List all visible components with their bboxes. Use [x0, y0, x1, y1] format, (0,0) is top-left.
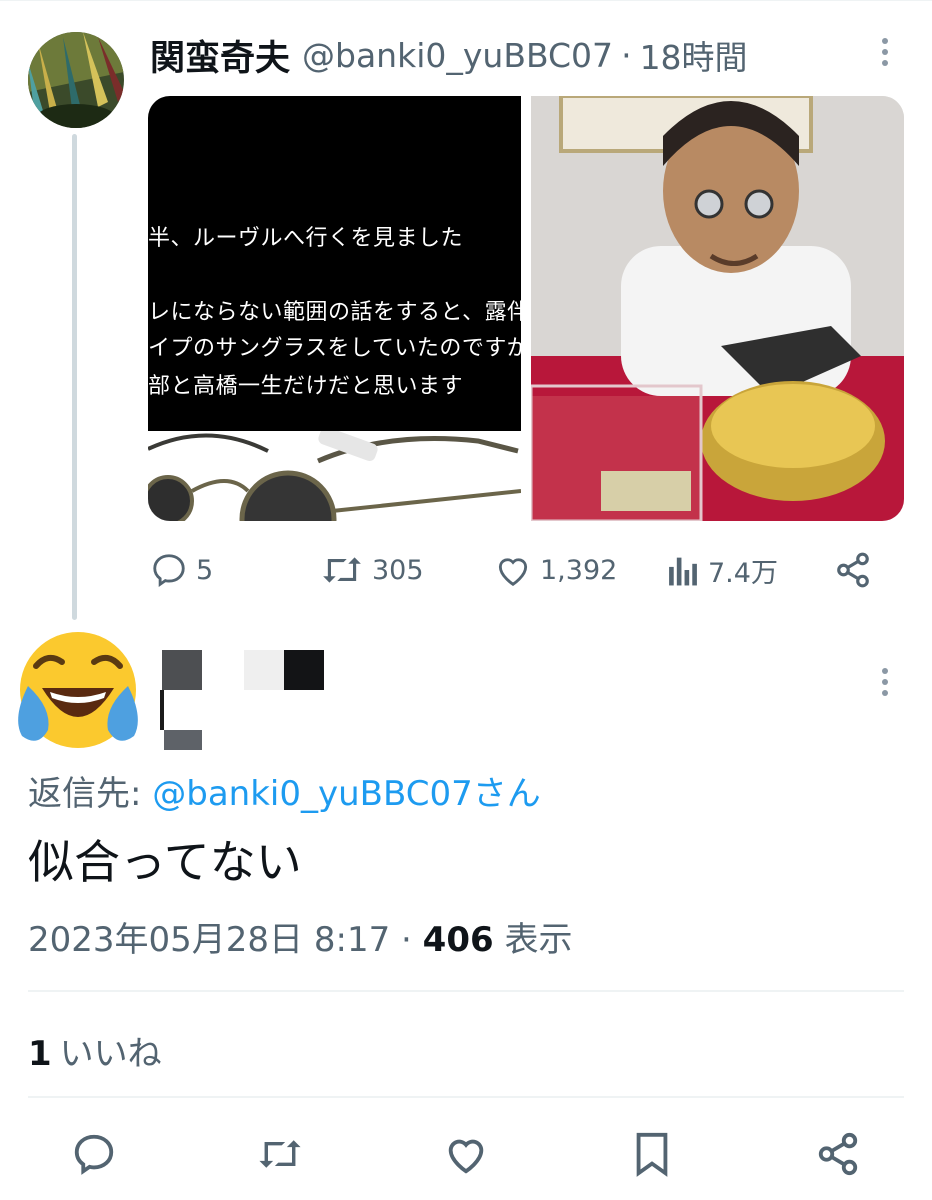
reply-meta: 2023年05月28日 8:17 · 406 表示	[28, 912, 572, 961]
reply-views-label: 表示	[493, 920, 573, 960]
bottom-like-button[interactable]	[442, 1130, 490, 1178]
reply-tweet-text: 似合ってない	[28, 835, 302, 889]
image-caption-line-4: 部と高橋一生だけだと思います	[148, 374, 464, 399]
parent-avatar[interactable]	[28, 32, 124, 128]
header-separator: ·	[621, 35, 632, 75]
reply-likes-count: 1	[28, 1034, 52, 1074]
redacted-name-block	[160, 690, 164, 730]
views-count: 7.4万	[708, 557, 778, 589]
divider	[28, 990, 904, 992]
redacted-name-block	[284, 650, 324, 690]
meta-separator: ·	[390, 920, 423, 960]
reply-to-mention-link[interactable]: @banki0_yuBBC07さん	[152, 774, 540, 814]
share-icon	[818, 1132, 858, 1176]
image-caption-line-2: レにならない範囲の話をすると、露伴	[148, 300, 521, 325]
reply-icon	[74, 1134, 114, 1175]
reply-to-line: 返信先: @banki0_yuBBC07さん	[28, 766, 541, 815]
parent-author-name[interactable]: 関蛮奇夫	[150, 30, 290, 81]
more-icon[interactable]	[879, 38, 891, 66]
retweet-count: 305	[372, 554, 424, 586]
like-action[interactable]: 1,392	[494, 548, 617, 592]
like-count: 1,392	[540, 554, 618, 586]
reply-views-count: 406	[422, 920, 494, 960]
bookmark-icon	[636, 1132, 668, 1177]
bottom-bookmark-button[interactable]	[628, 1130, 676, 1178]
bottom-reply-button[interactable]	[70, 1130, 118, 1178]
retweet-action[interactable]: 305	[320, 548, 424, 592]
reply-date[interactable]: 2023年05月28日 8:17	[28, 920, 390, 960]
reply-avatar[interactable]	[12, 626, 144, 758]
reply-icon	[153, 554, 185, 587]
bottom-share-button[interactable]	[814, 1130, 862, 1178]
reply-count: 5	[196, 554, 214, 586]
redacted-name-block	[164, 730, 202, 750]
media-image-text-glasses[interactable]: 半、ルーヴルへ行くを見ました レにならない範囲の話をすると、露伴 イプのサングラ…	[148, 96, 522, 521]
thread-connector-line	[72, 134, 77, 620]
parent-media-grid: 半、ルーヴルへ行くを見ました レにならない範囲の話をすると、露伴 イプのサングラ…	[148, 96, 904, 521]
redacted-name-block	[244, 650, 284, 690]
parent-timestamp[interactable]: 18時間	[640, 31, 748, 79]
media-image-man-with-bowl[interactable]	[529, 96, 904, 521]
reply-likes-line[interactable]: 1 いいね	[28, 1026, 162, 1075]
views-action[interactable]: 7.4万	[666, 548, 778, 592]
face-with-tears-of-joy-emoji	[18, 632, 138, 748]
parent-header: 関蛮奇夫 @banki0_yuBBC07 · 18時間	[150, 30, 748, 80]
share-icon	[837, 552, 869, 588]
heart-icon	[448, 1139, 484, 1174]
parent-author-handle[interactable]: @banki0_yuBBC07	[302, 36, 613, 75]
image-caption-line-3: イプのサングラスをしていたのですが	[148, 336, 521, 361]
reply-to-prefix: 返信先:	[28, 774, 153, 814]
image-caption-line-1: 半、ルーヴルへ行くを見ました	[148, 226, 464, 251]
heart-icon	[498, 558, 528, 586]
reply-likes-label: いいね	[59, 1034, 162, 1074]
retweet-icon	[323, 557, 361, 583]
retweet-icon	[259, 1140, 301, 1168]
redacted-name-block	[162, 650, 202, 690]
divider	[28, 1096, 904, 1098]
analytics-icon	[669, 557, 697, 586]
top-divider	[0, 0, 932, 1]
round-sunglasses-picture	[148, 426, 522, 521]
reply-more-icon[interactable]	[879, 668, 891, 696]
share-action[interactable]	[834, 548, 872, 592]
reply-action[interactable]: 5	[150, 548, 213, 592]
bottom-retweet-button[interactable]	[256, 1130, 304, 1178]
